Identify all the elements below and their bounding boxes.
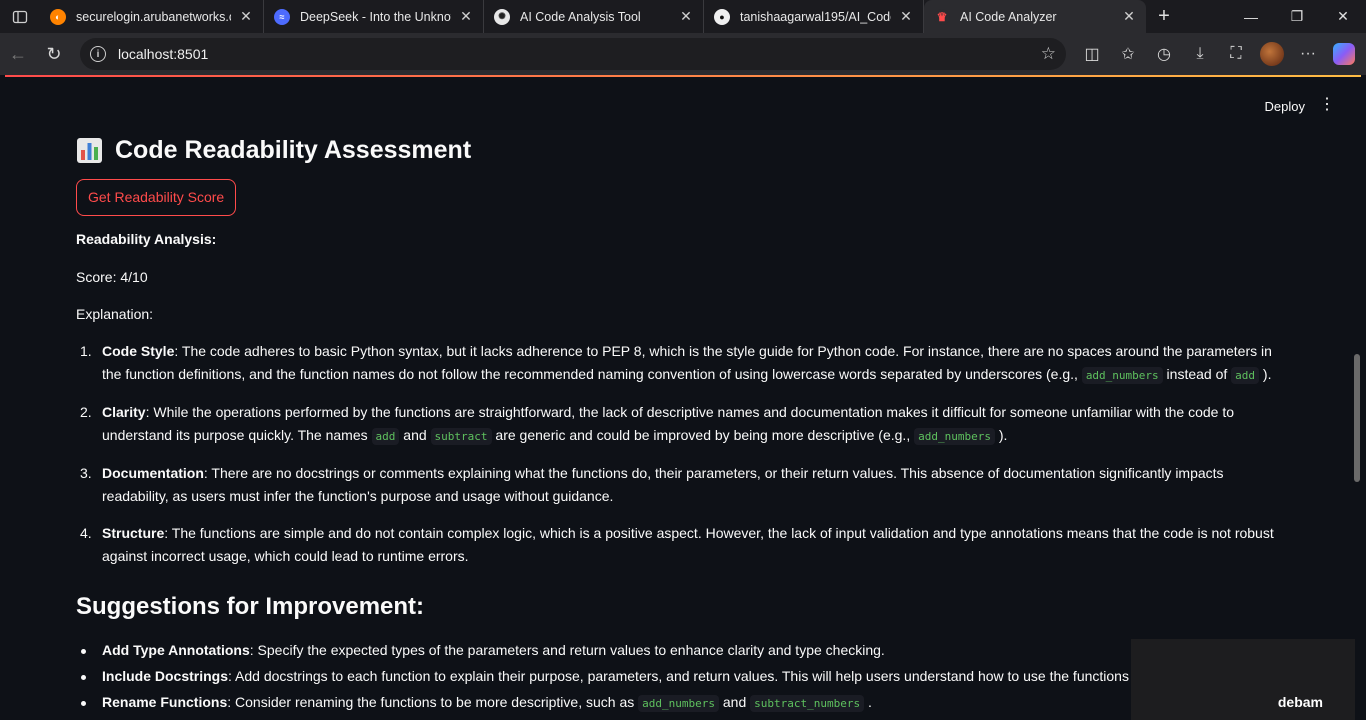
- close-tab-icon[interactable]: ✕: [897, 8, 915, 25]
- suggestions-heading: Suggestions for Improvement:: [76, 593, 425, 620]
- list-item: 3. Documentation: There are no docstring…: [76, 462, 1291, 508]
- item-text: : The functions are simple and do not co…: [102, 525, 1274, 564]
- inline-code: subtract: [430, 428, 492, 445]
- get-readability-score-button[interactable]: Get Readability Score: [76, 179, 237, 216]
- item-term: Structure: [102, 525, 165, 541]
- aruba-icon: ◐: [50, 8, 66, 25]
- close-window-icon[interactable]: ✕: [1320, 0, 1366, 33]
- close-tab-icon[interactable]: ✕: [457, 8, 475, 25]
- tab-title: tanishaagarwal195/AI_Code_A: [740, 9, 891, 24]
- item-term: Rename Functions: [102, 694, 228, 710]
- bar-chart-icon: [77, 137, 102, 163]
- list-item: 1. Code Style: The code adheres to basic…: [76, 340, 1291, 387]
- profile-avatar[interactable]: [1254, 38, 1290, 70]
- tab-deepseek[interactable]: ≈ DeepSeek - Into the Unknown ✕: [264, 0, 484, 33]
- tab-ai-code-analysis-tool[interactable]: ✺ AI Code Analysis Tool ✕: [484, 0, 704, 33]
- item-text: .: [864, 694, 872, 710]
- main-content: Code Readability Assessment Get Readabil…: [76, 132, 1291, 718]
- list-item: 2. Clarity: While the operations perform…: [76, 401, 1291, 448]
- close-tab-icon[interactable]: ✕: [677, 8, 695, 25]
- inline-code: add: [371, 428, 400, 445]
- refresh-icon[interactable]: ↻: [36, 38, 72, 70]
- deploy-button[interactable]: Deploy: [1265, 99, 1305, 114]
- favorites-icon[interactable]: ✩: [1110, 38, 1146, 70]
- webcam-overlay: debam: [1131, 639, 1355, 720]
- item-text: : Consider renaming the functions to be …: [227, 694, 639, 710]
- url-text: localhost:8501: [118, 46, 209, 62]
- inline-code: subtract_numbers: [750, 695, 865, 712]
- inline-code: add_numbers: [1081, 367, 1163, 384]
- screenshot-icon[interactable]: ⛶: [1218, 38, 1254, 70]
- item-term: Add Type Annotations: [102, 642, 250, 658]
- scrollbar[interactable]: [1351, 77, 1361, 720]
- analysis-heading: Readability Analysis:: [76, 231, 217, 247]
- copilot-icon[interactable]: [1326, 38, 1362, 70]
- score-text: Score: 4/10: [76, 269, 148, 285]
- item-term: Clarity: [102, 404, 146, 420]
- item-text: and: [718, 694, 751, 710]
- item-text: : Add docstrings to each function to exp…: [228, 668, 1176, 684]
- sidebar-toggle-icon[interactable]: [0, 0, 40, 33]
- streamlit-app: Deploy ⋮ Code Readability Assessment Get…: [5, 77, 1361, 720]
- suggestions-list: Add Type Annotations: Specify the expect…: [76, 639, 1291, 715]
- back-icon[interactable]: ←: [0, 38, 36, 70]
- list-item: 4. Structure: The functions are simple a…: [76, 522, 1291, 568]
- tab-aruba[interactable]: ◐ securelogin.arubanetworks.com ✕: [40, 0, 264, 33]
- tab-ai-code-analyzer[interactable]: ♛ AI Code Analyzer ✕: [924, 0, 1146, 33]
- new-tab-icon[interactable]: +: [1146, 0, 1182, 33]
- inline-code: add_numbers: [914, 428, 995, 445]
- list-number: 1.: [80, 343, 92, 359]
- item-text: ).: [994, 427, 1008, 443]
- overlay-name: debam: [1277, 694, 1323, 710]
- item-text: are generic and could be improved by bei…: [491, 427, 915, 443]
- downloads-icon[interactable]: ⤓: [1182, 38, 1218, 70]
- inline-code: add_numbers: [638, 695, 719, 712]
- explanation-list: 1. Code Style: The code adheres to basic…: [76, 340, 1291, 568]
- item-term: Include Docstrings: [102, 668, 229, 684]
- history-icon[interactable]: ◷: [1146, 38, 1182, 70]
- restore-icon[interactable]: ❐: [1274, 0, 1320, 33]
- site-info-icon[interactable]: i: [90, 46, 106, 62]
- scrollbar-thumb[interactable]: [1354, 354, 1360, 482]
- page-title-text: Code Readability Assessment: [115, 135, 472, 164]
- close-tab-icon[interactable]: ✕: [237, 8, 255, 25]
- github-icon: ●: [714, 8, 730, 25]
- favorite-star-icon[interactable]: ☆: [1041, 44, 1056, 64]
- more-options-icon[interactable]: ···: [1290, 38, 1326, 70]
- list-item: Rename Functions: Consider renaming the …: [76, 691, 1291, 715]
- tab-title: AI Code Analysis Tool: [520, 9, 641, 24]
- tab-title: DeepSeek - Into the Unknown: [300, 9, 451, 24]
- main-menu-icon[interactable]: ⋮: [1319, 97, 1335, 113]
- address-bar-row: ← ↻ i localhost:8501 ☆ ◫ ✩ ◷ ⤓ ⛶ ···: [0, 33, 1366, 75]
- list-number: 2.: [80, 404, 92, 420]
- minimize-icon[interactable]: —: [1228, 0, 1274, 33]
- tab-title: securelogin.arubanetworks.com: [76, 9, 231, 24]
- inline-code: add: [1231, 367, 1260, 384]
- tab-title: AI Code Analyzer: [960, 9, 1057, 24]
- item-text: : Specify the expected types of the para…: [249, 642, 885, 658]
- close-tab-icon[interactable]: ✕: [1120, 8, 1138, 25]
- explanation-label: Explanation:: [76, 306, 154, 322]
- streamlit-crown-icon: ♛: [934, 8, 950, 25]
- item-term: Documentation: [102, 465, 204, 481]
- list-item: Include Docstrings: Add docstrings to ea…: [76, 665, 1291, 688]
- item-text: instead of: [1162, 366, 1232, 382]
- list-number: 4.: [80, 525, 92, 541]
- item-term: Code Style: [102, 343, 175, 359]
- list-number: 3.: [80, 465, 92, 481]
- tab-github[interactable]: ● tanishaagarwal195/AI_Code_A ✕: [704, 0, 924, 33]
- item-text: ).: [1259, 366, 1272, 382]
- item-text: and: [399, 427, 431, 443]
- page-title: Code Readability Assessment: [76, 132, 1291, 168]
- deepseek-icon: ≈: [274, 8, 290, 25]
- url-field[interactable]: i localhost:8501 ☆: [80, 38, 1066, 70]
- list-item: Add Type Annotations: Specify the expect…: [76, 639, 1291, 662]
- browser-tab-bar: ◐ securelogin.arubanetworks.com ✕ ≈ Deep…: [0, 0, 1366, 33]
- item-text: : There are no docstrings or comments ex…: [102, 465, 1224, 504]
- openai-icon: ✺: [494, 8, 510, 25]
- split-screen-icon[interactable]: ◫: [1074, 38, 1110, 70]
